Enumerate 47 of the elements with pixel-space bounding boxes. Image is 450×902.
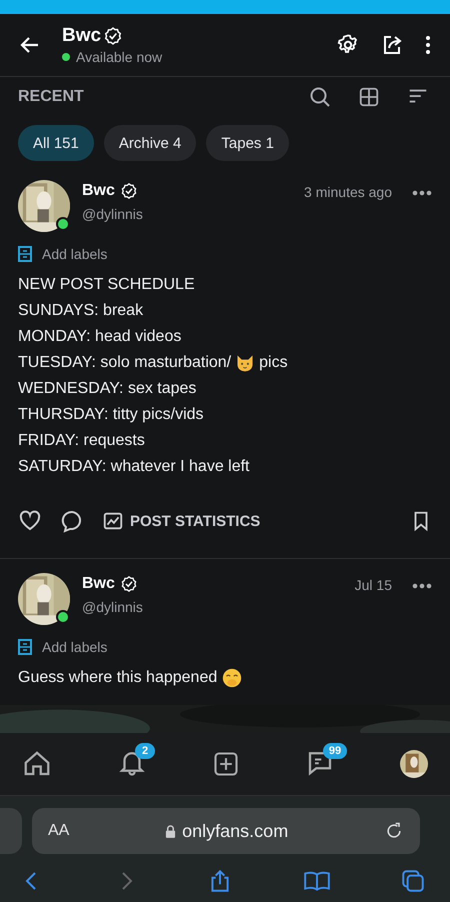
post-text: pics (259, 353, 288, 373)
add-post-icon[interactable] (212, 750, 240, 778)
filter-chip[interactable]: Tapes 1 (206, 125, 289, 161)
post-time: Jul 15 (354, 576, 392, 593)
grid-view-icon[interactable] (358, 86, 380, 108)
text-size-button[interactable]: AA (48, 822, 70, 840)
post-text: FRIDAY: requests (18, 431, 145, 451)
notification-badge: 2 (135, 742, 155, 758)
post-text: TUESDAY: solo masturbation/ (18, 353, 232, 373)
post-text: Guess where this happened (18, 668, 218, 688)
post-statistics-button[interactable]: POST STATISTICS (102, 510, 260, 532)
verified-icon (120, 182, 138, 200)
comment-icon[interactable] (60, 509, 84, 533)
author-handle: @dylinnis (82, 206, 144, 222)
address-bar[interactable]: AA onlyfans.com (32, 808, 420, 854)
post-text: WEDNESDAY: sex tapes (18, 379, 196, 399)
filter-chip[interactable]: All 151 (18, 125, 94, 161)
like-heart-icon[interactable] (18, 509, 42, 533)
profile-name: Bwc (62, 25, 102, 47)
author-handle: @dylinnis (82, 599, 144, 615)
post-text: SUNDAYS: break (18, 301, 144, 321)
label-icon[interactable] (18, 246, 32, 262)
more-options-icon[interactable] (412, 190, 432, 196)
verified-icon (120, 575, 138, 593)
label-icon[interactable] (18, 639, 32, 655)
url-text: onlyfans.com (182, 820, 288, 842)
author-name[interactable]: Bwc (82, 575, 115, 593)
more-options-icon[interactable] (412, 583, 432, 589)
post-text: NEW POST SCHEDULE (18, 275, 195, 295)
post-text: THURSDAY: titty pics/vids (18, 405, 204, 425)
section-title: RECENT (18, 88, 85, 106)
lock-icon (165, 824, 176, 838)
post-text: SATURDAY: whatever I have left (18, 457, 250, 477)
availability-status: Available now (76, 49, 162, 65)
add-labels-link[interactable]: Add labels (42, 639, 108, 655)
post-time: 3 minutes ago (304, 183, 392, 200)
add-labels-link[interactable]: Add labels (42, 246, 108, 262)
post-text: MONDAY: head videos (18, 327, 182, 347)
search-icon[interactable] (308, 85, 332, 109)
tabs-icon[interactable] (400, 868, 426, 894)
cat-face-icon (235, 353, 256, 373)
message-badge: 99 (323, 742, 347, 758)
filter-chip[interactable]: Archive 4 (104, 125, 196, 161)
more-menu-icon[interactable] (424, 33, 432, 57)
smiley-hand-icon (221, 667, 244, 689)
chart-icon (102, 510, 124, 532)
author-name[interactable]: Bwc (82, 182, 115, 200)
